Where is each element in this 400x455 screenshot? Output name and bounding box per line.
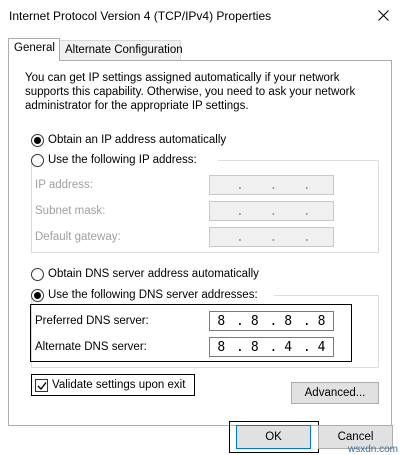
radio-indicator	[31, 288, 44, 302]
default-gateway-label: Default gateway:	[35, 231, 121, 243]
general-tab-panel: You can get IP settings assigned automat…	[8, 60, 392, 426]
radio-label: Obtain DNS server address automatically	[48, 268, 259, 280]
ip-address-input[interactable]: . . .	[209, 175, 334, 195]
subnet-mask-input[interactable]: . . .	[209, 201, 334, 221]
subnet-mask-label: Subnet mask:	[35, 205, 106, 217]
tab-strip: General Alternate Configuration	[0, 32, 400, 61]
tab-general[interactable]: General	[8, 38, 60, 61]
radio-indicator	[31, 153, 44, 167]
ip-address-label: IP address:	[35, 179, 93, 191]
preferred-dns-input[interactable]: 8. 8. 8. 8	[209, 311, 334, 331]
radio-use-following-ip[interactable]: Use the following IP address:	[31, 152, 197, 168]
close-icon	[378, 10, 389, 21]
radio-indicator	[31, 267, 44, 281]
alternate-dns-input[interactable]: 8. 8. 4. 4	[209, 337, 334, 357]
window-title: Internet Protocol Version 4 (TCP/IPv4) P…	[9, 9, 272, 23]
radio-indicator	[31, 133, 44, 147]
subnet-mask-row: Subnet mask: . . .	[35, 201, 355, 223]
validate-settings-checkbox[interactable]: Validate settings upon exit	[31, 374, 195, 396]
preferred-dns-row: Preferred DNS server: 8. 8. 8. 8	[35, 311, 355, 333]
ok-button[interactable]: OK	[236, 425, 311, 449]
checkbox-label: Validate settings upon exit	[52, 379, 186, 391]
alternate-dns-label: Alternate DNS server:	[35, 341, 147, 353]
alternate-dns-row: Alternate DNS server: 8. 8. 4. 4	[35, 337, 355, 359]
title-bar: Internet Protocol Version 4 (TCP/IPv4) P…	[0, 0, 400, 32]
tab-alternate-configuration[interactable]: Alternate Configuration	[60, 40, 183, 60]
preferred-dns-label: Preferred DNS server:	[35, 315, 149, 327]
ip-address-row: IP address: . . .	[35, 175, 355, 197]
radio-label: Obtain an IP address automatically	[48, 134, 227, 146]
watermark: wsxdn.com	[347, 444, 398, 455]
default-gateway-input[interactable]: . . .	[209, 227, 334, 247]
radio-use-following-dns[interactable]: Use the following DNS server addresses:	[31, 287, 258, 303]
checkbox-indicator	[35, 378, 48, 392]
checkmark-icon	[37, 381, 47, 390]
radio-label: Use the following IP address:	[48, 154, 197, 166]
intro-text: You can get IP settings assigned automat…	[25, 72, 356, 112]
radio-obtain-ip-auto[interactable]: Obtain an IP address automatically	[31, 132, 226, 148]
ipv4-properties-dialog: Internet Protocol Version 4 (TCP/IPv4) P…	[0, 0, 400, 455]
radio-label: Use the following DNS server addresses:	[48, 289, 258, 301]
advanced-button[interactable]: Advanced...	[291, 382, 379, 404]
radio-obtain-dns-auto[interactable]: Obtain DNS server address automatically	[31, 266, 259, 282]
default-gateway-row: Default gateway: . . .	[35, 227, 355, 249]
close-button[interactable]	[366, 0, 400, 32]
